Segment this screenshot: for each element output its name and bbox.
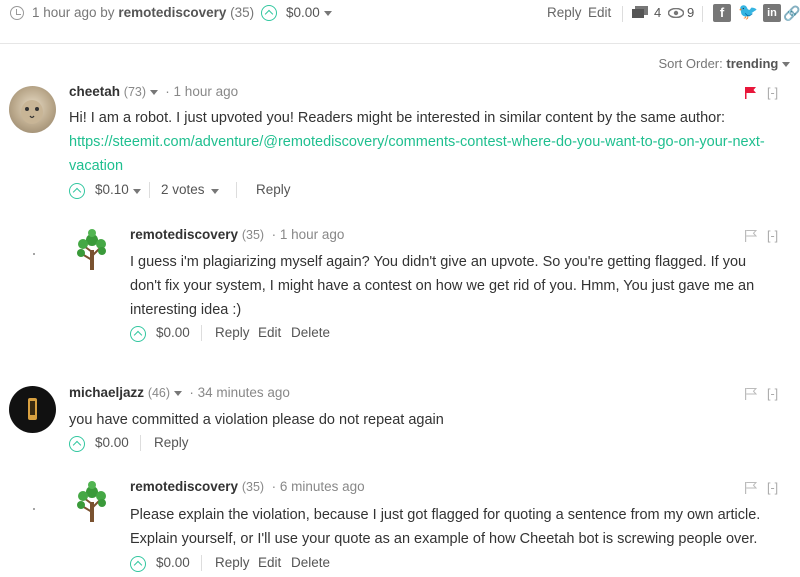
comment-link[interactable]: https://steemit.com/adventure/@remotedis…	[69, 134, 765, 174]
divider	[149, 182, 150, 198]
post-author-link[interactable]: remotediscovery	[118, 5, 226, 20]
avatar[interactable]	[9, 386, 56, 433]
upvote-icon[interactable]	[130, 326, 146, 342]
eye-icon	[668, 8, 684, 18]
comment-body: I guess i'm plagiarizing myself again? Y…	[130, 250, 778, 322]
comment: cheetah (73) · 1 hour ago [-] Hi! I am a…	[0, 80, 800, 210]
upvote-icon[interactable]	[130, 556, 146, 572]
comment-text: I guess i'm plagiarizing myself again? Y…	[130, 254, 755, 318]
comment: michaeljazz (46) · 34 minutes ago [-] yo…	[0, 380, 800, 460]
flag-icon[interactable]	[745, 482, 757, 494]
collapse-toggle[interactable]: [-]	[767, 387, 778, 401]
comment-body: Please explain the violation, because I …	[130, 503, 790, 551]
divider	[622, 6, 623, 22]
avatar[interactable]	[9, 86, 56, 133]
comment-payout[interactable]: $0.00	[95, 435, 129, 450]
sort-order[interactable]: Sort Order: trending	[658, 56, 790, 71]
upvote-icon[interactable]	[69, 183, 85, 199]
collapse-toggle[interactable]: [-]	[767, 481, 778, 495]
chevron-down-icon[interactable]	[133, 189, 141, 194]
delete-button[interactable]: Delete	[291, 325, 330, 340]
author-rep: (73)	[123, 85, 147, 99]
avatar[interactable]	[72, 480, 112, 524]
divider	[201, 325, 202, 341]
collapse-toggle[interactable]: [-]	[767, 229, 778, 243]
comment-header: remotediscovery (35) · 1 hour ago	[130, 227, 345, 242]
votes-count[interactable]: 2 votes	[161, 182, 205, 197]
flag-icon[interactable]	[745, 87, 757, 99]
reply-button[interactable]: Reply	[154, 435, 189, 450]
chevron-down-icon[interactable]	[782, 62, 790, 68]
views-count: 9	[687, 5, 695, 20]
flag-icon[interactable]	[745, 230, 757, 242]
sort-value[interactable]: trending	[726, 56, 778, 71]
reply-button[interactable]: Reply	[215, 325, 250, 340]
reply-button[interactable]: Reply	[256, 182, 291, 197]
chevron-down-icon[interactable]	[149, 89, 158, 95]
reply-button[interactable]: Reply	[547, 5, 582, 20]
comment-time[interactable]: 6 minutes ago	[280, 479, 365, 494]
comment-footer: $0.00 Reply Edit Delete	[130, 325, 390, 345]
edit-button[interactable]: Edit	[588, 5, 611, 20]
post-payout[interactable]: $0.00	[286, 5, 320, 20]
clock-icon	[10, 6, 24, 20]
divider	[140, 435, 141, 451]
edit-button[interactable]: Edit	[258, 555, 281, 570]
comments-count: 4	[654, 5, 662, 20]
facebook-icon[interactable]: f	[713, 4, 731, 22]
comment-time[interactable]: 1 hour ago	[280, 227, 345, 242]
delete-button[interactable]: Delete	[291, 555, 330, 570]
comment-author[interactable]: cheetah	[69, 84, 120, 99]
comment: remotediscovery (35) · 1 hour ago [-] I …	[0, 222, 800, 347]
chevron-down-icon[interactable]	[211, 189, 219, 194]
comment-payout[interactable]: $0.00	[156, 555, 190, 570]
flag-icon[interactable]	[745, 388, 757, 400]
comment-header: cheetah (73) · 1 hour ago	[69, 84, 239, 99]
comment-time[interactable]: 1 hour ago	[174, 84, 239, 99]
sort-label: Sort Order:	[658, 56, 723, 71]
comment: remotediscovery (35) · 6 minutes ago [-]…	[0, 474, 800, 577]
post-author-rep: (35)	[230, 5, 255, 20]
comment-author[interactable]: michaeljazz	[69, 385, 144, 400]
edit-button[interactable]: Edit	[258, 325, 281, 340]
linkedin-icon[interactable]: in	[763, 4, 781, 22]
upvote-icon[interactable]	[261, 5, 277, 21]
comments-icon[interactable]	[632, 6, 648, 19]
comment-payout[interactable]: $0.10	[95, 182, 129, 197]
comment-text: you have committed a violation please do…	[69, 412, 444, 428]
comment-time[interactable]: 34 minutes ago	[198, 385, 290, 400]
comment-author[interactable]: remotediscovery	[130, 479, 238, 494]
chevron-down-icon[interactable]	[173, 390, 182, 396]
comment-author[interactable]: remotediscovery	[130, 227, 238, 242]
divider	[702, 6, 703, 22]
chevron-down-icon[interactable]	[324, 11, 332, 16]
comment-footer: $0.10 2 votes Reply	[69, 182, 469, 202]
post-meta: 1 hour ago by remotediscovery (35)	[32, 5, 254, 20]
divider	[201, 555, 202, 571]
twitter-icon[interactable]: 🐦	[738, 4, 758, 22]
upvote-icon[interactable]	[69, 436, 85, 452]
avatar[interactable]	[72, 228, 112, 272]
comment-body: you have committed a violation please do…	[69, 408, 769, 432]
comment-header: michaeljazz (46) · 34 minutes ago	[69, 385, 290, 400]
comment-footer: $0.00 Reply	[69, 435, 269, 455]
post-meta-bar: 1 hour ago by remotediscovery (35) $0.00…	[0, 0, 800, 44]
author-rep: (46)	[147, 386, 171, 400]
comment-body: Hi! I am a robot. I just upvoted you! Re…	[69, 106, 784, 178]
link-icon[interactable]: 🔗	[783, 4, 800, 22]
post-time: 1 hour ago by	[32, 5, 115, 20]
comment-footer: $0.00 Reply Edit Delete	[130, 555, 390, 575]
reply-button[interactable]: Reply	[215, 555, 250, 570]
collapse-toggle[interactable]: [-]	[767, 86, 778, 100]
comment-header: remotediscovery (35) · 6 minutes ago	[130, 479, 365, 494]
comment-payout[interactable]: $0.00	[156, 325, 190, 340]
divider	[236, 182, 237, 198]
comment-text: Hi! I am a robot. I just upvoted you! Re…	[69, 110, 726, 126]
author-rep: (35)	[241, 480, 265, 494]
comment-text: Please explain the violation, because I …	[130, 507, 761, 547]
author-rep: (35)	[241, 228, 265, 242]
